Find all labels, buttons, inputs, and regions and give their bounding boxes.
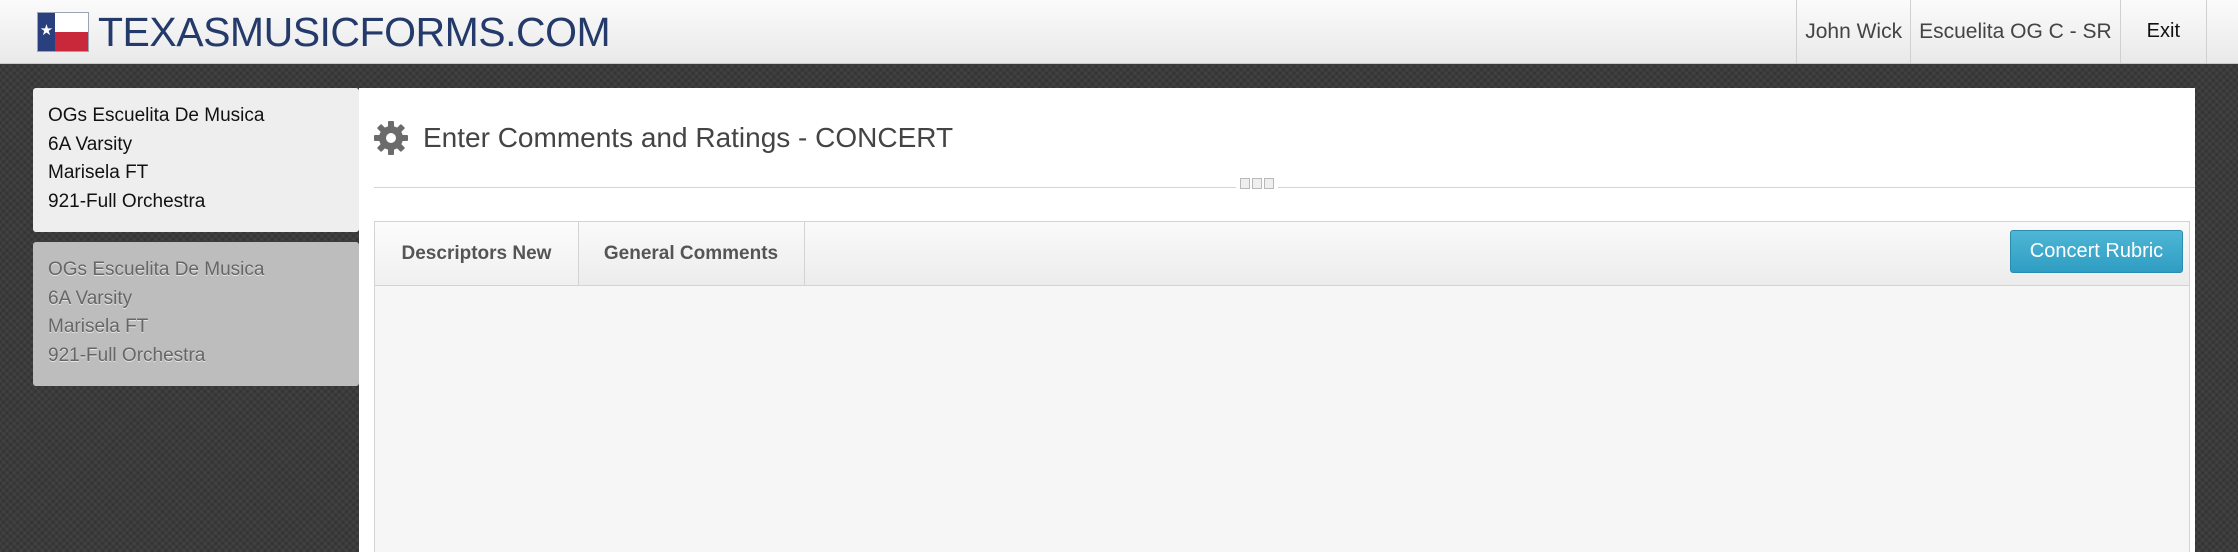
exit-link[interactable]: Exit (2119, 0, 2207, 63)
page-header: Enter Comments and Ratings - CONCERT (373, 120, 953, 156)
concert-rubric-button[interactable]: Concert Rubric (2010, 230, 2183, 273)
site-logo[interactable]: ★ TEXASMUSICFORMS.COM (38, 9, 611, 55)
user-nav: John Wick Escuelita OG C - SR Exit (1796, 0, 2207, 63)
texas-flag-icon: ★ (38, 13, 88, 51)
entry-card-active[interactable]: OGs Escuelita De Musica 6A Varsity Maris… (33, 88, 359, 232)
tab-descriptors-new[interactable]: Descriptors New (375, 222, 579, 285)
tabs-panel: Descriptors New General Comments Concert… (374, 221, 2190, 552)
entry-classification: 6A Varsity (48, 287, 133, 309)
page-title: Enter Comments and Ratings - CONCERT (423, 122, 954, 153)
tab-bar: Descriptors New General Comments Concert… (375, 222, 2189, 286)
entry-school: OGs Escuelita De Musica (48, 259, 265, 280)
header-divider (374, 187, 2195, 188)
top-navbar: ★ TEXASMUSICFORMS.COM John Wick Escuelit… (0, 0, 2238, 64)
tab-general-comments[interactable]: General Comments (578, 222, 805, 285)
entry-card-inactive[interactable]: OGs Escuelita De Musica 6A Varsity Maris… (33, 242, 359, 386)
logo-text: TEXASMUSICFORMS.COM (98, 9, 611, 55)
main-panel: Enter Comments and Ratings - CONCERT Des… (359, 88, 2195, 552)
school-name-link[interactable]: Escuelita OG C - SR (1910, 0, 2120, 63)
entry-director: Marisela FT (48, 162, 149, 183)
user-name-link[interactable]: John Wick (1796, 0, 1910, 63)
entry-ensemble: 921-Full Orchestra (48, 190, 206, 212)
collapse-handle-icon[interactable] (1236, 178, 1278, 189)
entry-director: Marisela FT (48, 316, 149, 337)
entry-classification: 6A Varsity (48, 133, 133, 155)
gear-icon (374, 121, 408, 155)
entry-school: OGs Escuelita De Musica (48, 105, 265, 126)
entry-ensemble: 921-Full Orchestra (48, 344, 206, 366)
